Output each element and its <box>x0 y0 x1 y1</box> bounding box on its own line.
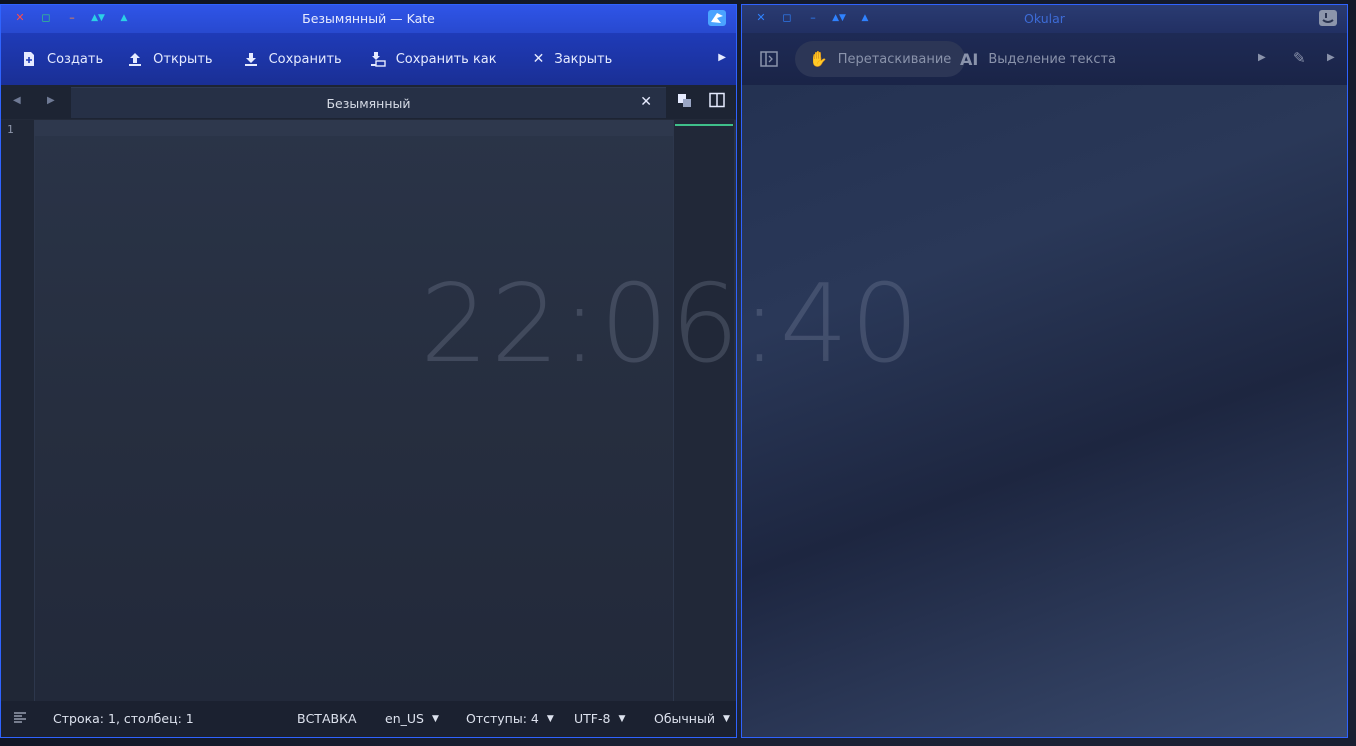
text-editor[interactable]: 1 <box>1 120 736 702</box>
kate-window: ✕ ◻ – ▲▼ ▲ Безымянный — Kate Создать Отк… <box>0 4 737 738</box>
highlight-label: Обычный <box>654 711 715 726</box>
toolbar-overflow-icon[interactable]: ▶ <box>1258 52 1266 63</box>
new-label: Создать <box>47 51 104 67</box>
window-title: Okular <box>1024 11 1065 26</box>
browse-tool-label: Перетаскивание <box>837 51 952 67</box>
text-select-label: Выделение текста <box>988 51 1117 67</box>
tab-next-icon[interactable]: ▶ <box>47 95 55 106</box>
chevron-down-icon: ▼ <box>546 713 554 724</box>
tab-untitled[interactable]: Безымянный ✕ <box>71 87 666 118</box>
chevron-down-icon: ▼ <box>618 713 626 724</box>
close-document-button[interactable]: ✕ Закрыть <box>521 42 625 76</box>
split-view-icon[interactable] <box>709 92 725 111</box>
encoding-selector[interactable]: UTF-8 ▼ <box>574 711 625 726</box>
kate-titlebar[interactable]: ✕ ◻ – ▲▼ ▲ Безымянный — Kate <box>1 5 736 33</box>
save-as-button[interactable]: Сохранить как <box>358 42 509 76</box>
open-button[interactable]: Открыть <box>115 42 224 76</box>
encoding-label: UTF-8 <box>574 711 611 726</box>
tab-prev-icon[interactable]: ◀ <box>13 95 21 106</box>
close-label: Закрыть <box>554 51 613 67</box>
dictionary-label: en_US <box>385 711 424 726</box>
chevron-down-icon: ▼ <box>722 713 730 724</box>
indent-selector[interactable]: Отступы: 4 ▼ <box>466 711 554 726</box>
save-as-label: Сохранить как <box>395 51 497 67</box>
window-title: Безымянный — Kate <box>302 11 435 26</box>
hand-icon: ✋ <box>809 50 828 68</box>
save-button[interactable]: Сохранить <box>231 42 354 76</box>
line-number-gutter: 1 <box>1 120 35 702</box>
indent-label: Отступы: 4 <box>466 711 539 726</box>
new-button[interactable]: Создать <box>9 42 115 76</box>
tab-bar: ◀ ▶ Безымянный ✕ <box>1 85 736 119</box>
okular-window: ✕ ◻ – ▲▼ ▲ Okular ✋ Перетаскивание AI Вы… <box>741 4 1348 738</box>
input-mode[interactable]: ВСТАВКА <box>297 711 357 726</box>
open-label: Открыть <box>153 51 213 67</box>
text-select-tool-button[interactable]: AI Выделение текста <box>946 41 1130 77</box>
document-view[interactable] <box>742 87 1347 737</box>
highlight-selector[interactable]: Обычный ▼ <box>654 711 730 726</box>
line-number: 1 <box>7 123 14 136</box>
okular-titlebar[interactable]: ✕ ◻ – ▲▼ ▲ Okular <box>742 5 1347 33</box>
toolbar-overflow-icon[interactable]: ▶ <box>1327 52 1335 63</box>
okular-toolbar: ✋ Перетаскивание AI Выделение текста ▶ ✎… <box>742 33 1347 85</box>
browse-tool-button[interactable]: ✋ Перетаскивание <box>795 41 966 77</box>
main-toolbar: Создать Открыть Сохранить Сохранить как … <box>1 33 736 85</box>
status-bar: Строка: 1, столбец: 1 ВСТАВКА en_US ▼ От… <box>1 701 736 737</box>
text-select-icon: AI <box>960 49 979 69</box>
chevron-down-icon: ▼ <box>431 713 439 724</box>
sidebar-panel-icon[interactable] <box>760 50 778 71</box>
quick-open-icon[interactable] <box>677 92 693 111</box>
tab-close-icon[interactable]: ✕ <box>640 94 652 110</box>
upload-icon <box>129 53 142 66</box>
new-document-icon <box>24 52 34 66</box>
okular-logo-icon[interactable] <box>1319 10 1337 26</box>
dictionary-selector[interactable]: en_US ▼ <box>385 711 439 726</box>
close-x-icon: ✕ <box>532 51 545 67</box>
minimap-viewport-marker <box>675 124 733 126</box>
save-label: Сохранить <box>268 51 342 67</box>
kate-logo-icon[interactable] <box>708 10 726 26</box>
tab-label: Безымянный <box>326 95 411 111</box>
cursor-position[interactable]: Строка: 1, столбец: 1 <box>53 711 194 726</box>
minimap[interactable] <box>673 120 734 702</box>
toolbar-overflow-icon[interactable]: ▶ <box>718 52 726 63</box>
download-icon <box>244 53 257 66</box>
annotate-pen-icon[interactable]: ✎ <box>1293 49 1306 67</box>
current-line-highlight <box>34 120 674 136</box>
save-as-icon <box>370 52 386 67</box>
sidebar-toggle-icon[interactable] <box>13 711 27 725</box>
